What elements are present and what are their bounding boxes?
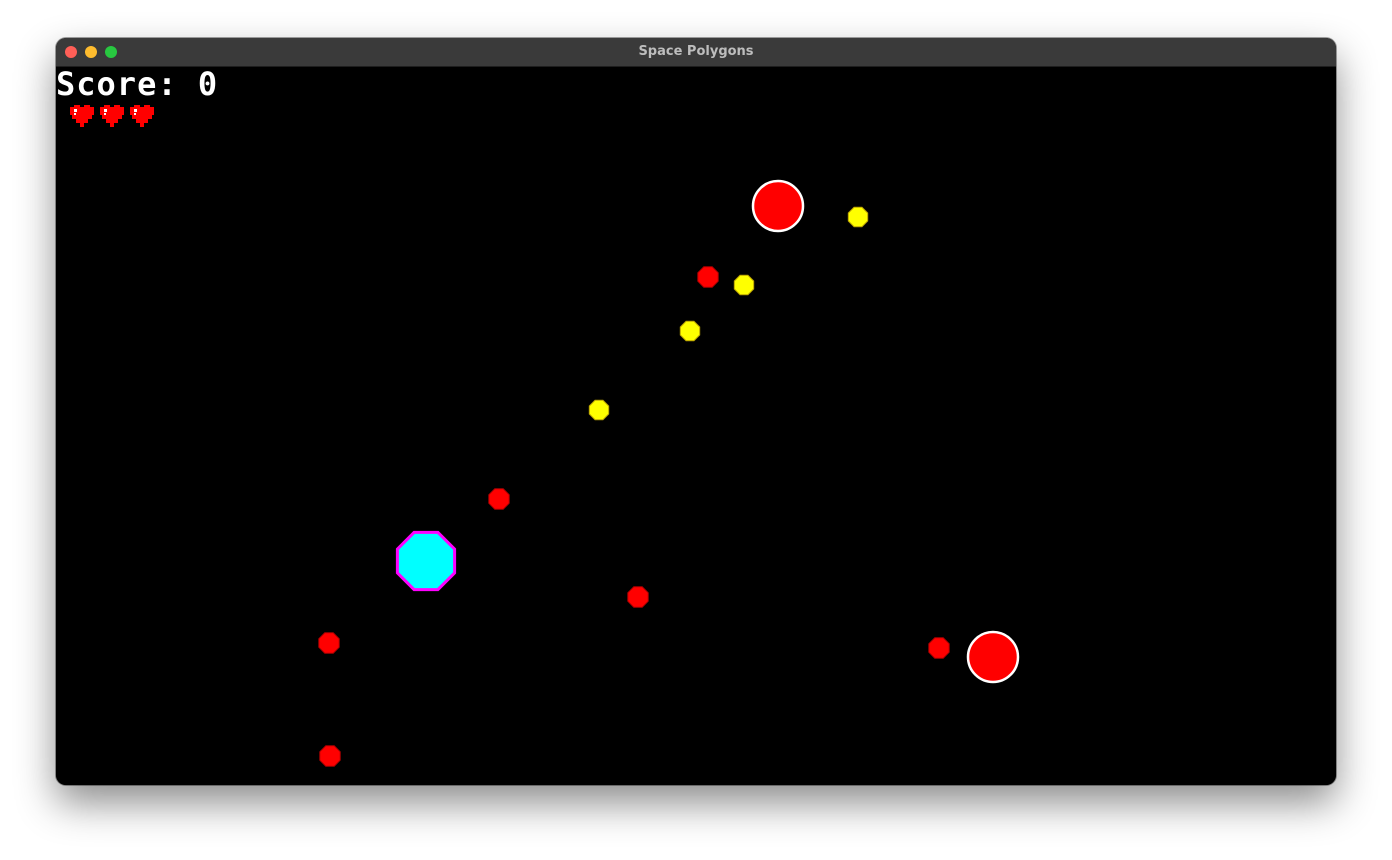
lives-indicator [68,103,156,131]
score-display: Score: 0 [56,65,218,103]
yellow-pickup [679,320,701,342]
score-value: 0 [197,65,219,103]
yellow-pickup [847,206,869,228]
window-title: Space Polygons [638,44,754,59]
large-enemy [751,179,805,233]
heart-icon [70,105,94,127]
heart-icon [130,105,154,127]
title-bar[interactable]: Space Polygons [56,38,1336,67]
game-canvas[interactable]: Score: 0 [56,65,1336,785]
heart-icon [100,105,124,127]
yellow-pickup [588,399,610,421]
game-window: Space Polygons Score: 0 [56,38,1336,785]
player-ship [395,530,457,592]
score-label: Score: [56,65,178,103]
play-field [318,179,1020,767]
small-enemy [319,745,341,767]
small-enemy [488,488,510,510]
large-enemy [966,630,1020,684]
small-enemy [318,632,340,654]
small-enemy [697,266,719,288]
yellow-pickup [733,274,755,296]
small-enemy [928,637,950,659]
small-enemy [627,586,649,608]
